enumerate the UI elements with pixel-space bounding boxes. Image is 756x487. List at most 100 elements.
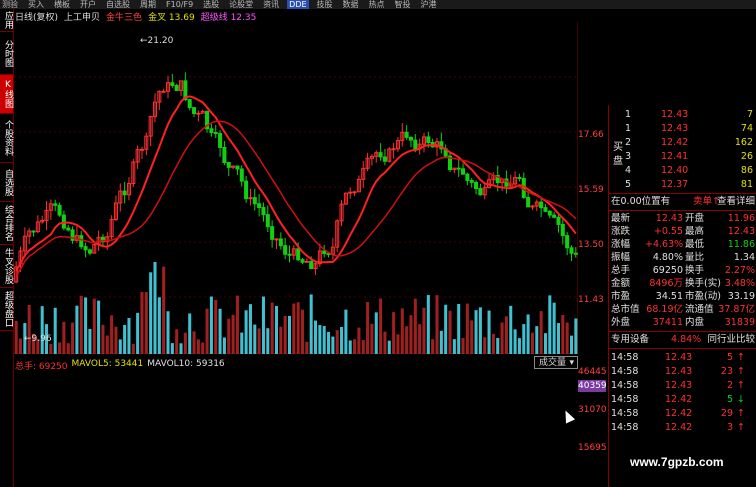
volume-bar xyxy=(556,323,560,354)
orderbook-row[interactable]: 4 12.40 86 xyxy=(609,164,756,178)
orderbook-row[interactable]: 2 12.42 162 xyxy=(609,136,756,150)
mavol5-label: MAVOL5: 53441 xyxy=(71,359,144,369)
candle-body xyxy=(543,207,548,212)
sidebar-tab[interactable]: 自选股 xyxy=(0,163,13,202)
tick-arrow-icon: ↑ xyxy=(737,352,745,363)
candle-body xyxy=(196,112,201,115)
sidebar-tab[interactable]: 超级盘口 xyxy=(0,288,13,331)
stat-key: 涨幅 xyxy=(611,239,631,250)
menu-item[interactable]: DDE xyxy=(287,0,309,9)
tick-volume: 29 xyxy=(720,408,733,419)
candle-body xyxy=(278,238,283,247)
candle-body xyxy=(270,226,275,240)
sidebar-tab[interactable]: 分时图 xyxy=(0,32,13,75)
volume-bar xyxy=(491,333,495,354)
volume-bar xyxy=(170,343,174,354)
menu-item[interactable]: 买入 xyxy=(26,0,46,9)
candle-body xyxy=(556,216,561,225)
indicator-name[interactable]: 金牛三色 xyxy=(106,10,142,23)
sidebar-tab[interactable]: 综合排名 xyxy=(0,202,13,245)
volume-bar xyxy=(340,327,344,354)
stock-name: 上工申贝 xyxy=(64,13,101,23)
sell-order-link[interactable]: 卖单↑ xyxy=(693,195,720,209)
menu-item[interactable]: 智投 xyxy=(393,0,413,9)
menu-item[interactable]: 开户 xyxy=(78,0,98,9)
volume-indicator-dropdown[interactable]: 成交量 ▾ xyxy=(534,356,578,369)
orderbook-price: 12.43 xyxy=(661,109,689,120)
candle-body xyxy=(300,259,305,263)
menu-item[interactable]: 资讯 xyxy=(261,0,281,9)
candle-body xyxy=(569,247,574,254)
candle-body xyxy=(79,235,84,248)
volume-title-bar: 总手: 69250 MAVOL5: 53441 MAVOL10: 59316 xyxy=(15,359,225,372)
volume-bar xyxy=(40,306,44,354)
menu-item[interactable]: 周期 xyxy=(138,0,158,9)
volume-bar xyxy=(179,343,183,354)
stat-row: 振幅 4.80% 量比 1.34 xyxy=(609,251,756,265)
orderbook-row[interactable]: 1 12.43 7 xyxy=(609,108,756,122)
candle-body xyxy=(322,250,327,255)
tick-time: 14:58 xyxy=(611,394,639,405)
sidebar-tab[interactable]: K线图 xyxy=(0,75,13,114)
candle-body xyxy=(456,167,461,170)
tick-price: 12.42 xyxy=(665,422,693,433)
candle-body xyxy=(465,173,470,181)
volume-bar xyxy=(192,331,196,354)
volume-bar xyxy=(461,338,465,354)
stat-row: 总市值 68.19亿 流通值 37.87亿 xyxy=(609,303,756,317)
candle-body xyxy=(174,84,179,92)
menu-bar: 测验 买入 横板 开户 自选股 周期 F10/F9 选股 论股堂 资讯 DDE 技股 数据 热点 智投 沪港 xyxy=(0,0,756,9)
volume-bar xyxy=(500,322,504,354)
stat-row: 最新 12.43 开盘 11.96 xyxy=(609,212,756,226)
view-detail-link[interactable]: 查看详细 xyxy=(717,195,755,209)
orderbook-row[interactable]: 3 12.41 26 xyxy=(609,150,756,164)
stat-key: 总手 xyxy=(611,265,631,276)
orderbook-volume: 86 xyxy=(740,165,753,176)
volume-bar xyxy=(439,330,443,354)
menu-item[interactable]: 热点 xyxy=(367,0,387,9)
menu-item[interactable]: 横板 xyxy=(52,0,72,9)
high-price-annotation: ←21.20 xyxy=(140,36,174,46)
sector-row[interactable]: 专用设备 4.84% 同行业比较 xyxy=(609,333,756,347)
candle-body xyxy=(265,214,270,228)
candle-body xyxy=(304,260,309,263)
left-sidebar: 应用 分时图 K线图 个股资料 自选股 综合排名 牛叉诊股 超级盘口 xyxy=(0,9,14,487)
menu-item[interactable]: 论股堂 xyxy=(227,0,255,9)
period-label[interactable]: 日线(复权) xyxy=(15,10,58,23)
menu-item[interactable]: 测验 xyxy=(0,0,20,9)
volume-bar xyxy=(136,312,140,354)
menu-item[interactable]: 数据 xyxy=(341,0,361,9)
kline-chart[interactable] xyxy=(14,22,578,354)
menu-item[interactable]: 沪港 xyxy=(419,0,439,9)
volume-bar xyxy=(405,326,409,354)
sidebar-tab[interactable]: 牛叉诊股 xyxy=(0,245,13,288)
candle-body xyxy=(31,230,36,233)
tick-time: 14:58 xyxy=(611,366,639,377)
tick-row: 14:58 12.42 5 ↓ xyxy=(609,393,756,407)
candle-body xyxy=(478,188,483,196)
volume-bar xyxy=(361,340,365,354)
volume-bar xyxy=(240,332,244,354)
candle-body xyxy=(57,204,62,216)
menu-item[interactable]: 技股 xyxy=(315,0,335,9)
tick-time: 14:58 xyxy=(611,380,639,391)
orderbook-row[interactable]: 5 12.37 81 xyxy=(609,178,756,192)
menu-item[interactable]: 自选股 xyxy=(104,0,132,9)
position-info: 在0.00位置有 xyxy=(611,196,671,207)
orderbook-row[interactable]: 1 12.43 74 xyxy=(609,122,756,136)
dropdown-value: 成交量 xyxy=(539,358,567,368)
chart-title-bar: 日线(复权) 上工申贝 金牛三色 金叉 13.69 超级线 12.35 xyxy=(15,10,256,23)
menu-item[interactable]: 选股 xyxy=(201,0,221,9)
candle-body xyxy=(244,180,249,200)
candle-body xyxy=(413,139,418,150)
volume-bar xyxy=(474,310,478,354)
menu-item[interactable]: F10/F9 xyxy=(164,0,195,9)
volume-bar xyxy=(535,326,539,354)
volume-bar xyxy=(396,334,400,354)
tick-row: 14:58 12.43 23 ↑ xyxy=(609,365,756,379)
sidebar-tab[interactable]: 个股资料 xyxy=(0,114,13,163)
stat-value: 69250 xyxy=(652,265,683,276)
candle-body xyxy=(252,197,257,205)
sidebar-tab[interactable]: 应用 xyxy=(0,9,13,32)
industry-compare-link[interactable]: 同行业比较 xyxy=(707,333,755,347)
